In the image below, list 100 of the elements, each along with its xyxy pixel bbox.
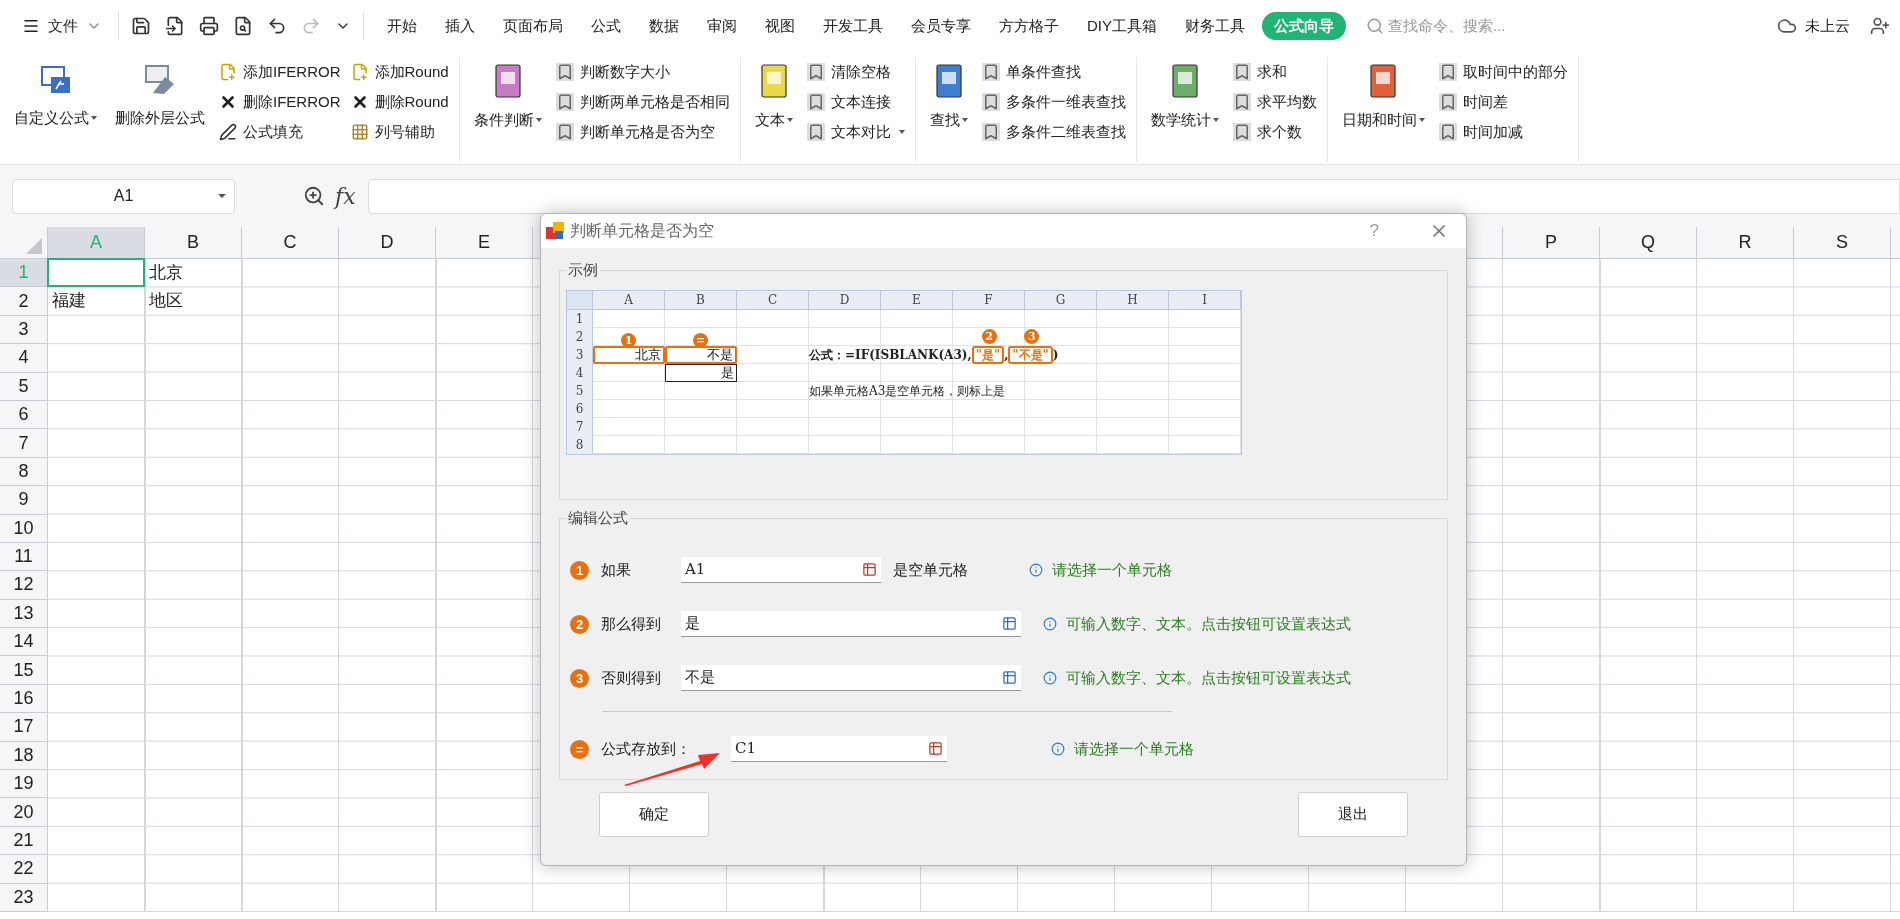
- row-header[interactable]: 13: [0, 599, 48, 629]
- menu-tab[interactable]: 审阅: [696, 11, 748, 41]
- menu-tab[interactable]: 开发工具: [812, 11, 894, 41]
- row-header[interactable]: 5: [0, 372, 48, 401]
- ribbon-small-button[interactable]: 文本连接: [806, 87, 905, 117]
- column-header[interactable]: P: [1503, 227, 1599, 258]
- menu-tab[interactable]: 公式: [580, 11, 632, 41]
- ribbon-small-button[interactable]: 求和: [1232, 57, 1317, 87]
- ribbon-small-button[interactable]: 求平均数: [1232, 87, 1317, 117]
- row-header[interactable]: 20: [0, 798, 48, 827]
- ribbon-small-button[interactable]: 添加Round: [350, 57, 449, 87]
- column-header[interactable]: E: [436, 227, 532, 258]
- row-header[interactable]: 23: [0, 883, 48, 912]
- bookmark-icon: [1438, 63, 1457, 81]
- row-header[interactable]: 22: [0, 855, 48, 884]
- ribbon-large-button[interactable]: 日期和时间: [1337, 57, 1429, 157]
- row-header: 6: [574, 401, 585, 418]
- row-header[interactable]: 3: [0, 315, 48, 345]
- print-preview-icon[interactable]: [233, 16, 253, 36]
- column-header[interactable]: D: [339, 227, 435, 258]
- row-header[interactable]: 9: [0, 486, 48, 515]
- print-icon[interactable]: [199, 16, 219, 36]
- menu-tab[interactable]: 开始: [376, 11, 428, 41]
- row-header[interactable]: 17: [0, 713, 48, 742]
- column-header[interactable]: C: [242, 227, 338, 258]
- zoom-icon[interactable]: [303, 185, 325, 207]
- ribbon-small-button[interactable]: 多条件一维表查找: [981, 87, 1126, 117]
- search-field[interactable]: 查找命令、搜索...: [1366, 14, 1556, 38]
- share-user-icon[interactable]: [1870, 16, 1890, 36]
- cell-picker-icon[interactable]: [1001, 616, 1018, 631]
- column-header[interactable]: B: [145, 227, 241, 258]
- menu-icon: [22, 17, 40, 35]
- dialog-button[interactable]: 确定: [599, 792, 709, 837]
- table-cell-text: 福建: [51, 289, 87, 313]
- ribbon-small-button[interactable]: 时间加减: [1438, 117, 1568, 147]
- menu-tab[interactable]: 视图: [754, 11, 806, 41]
- file-menu-button[interactable]: 文件: [18, 14, 106, 38]
- ribbon-small-button[interactable]: 删除IFERROR: [219, 87, 341, 117]
- ribbon-large-button[interactable]: 条件判断: [469, 57, 546, 157]
- ribbon-small-button[interactable]: 取时间中的部分: [1438, 57, 1568, 87]
- row-header[interactable]: 4: [0, 344, 48, 373]
- row-header[interactable]: 18: [0, 741, 48, 771]
- formula-input[interactable]: [367, 178, 1900, 214]
- row-header[interactable]: 14: [0, 628, 48, 657]
- ribbon-small-button[interactable]: 删除Round: [350, 87, 449, 117]
- row-header[interactable]: 19: [0, 770, 48, 799]
- ribbon-small-button[interactable]: 文本对比: [806, 117, 905, 147]
- menu-tab[interactable]: 页面布局: [492, 11, 574, 41]
- ribbon-small-button[interactable]: 列号辅助: [350, 117, 449, 147]
- field-hint: 请选择一个单元格: [1052, 559, 1172, 580]
- ribbon-large-button[interactable]: 查找: [925, 57, 972, 157]
- ribbon-small-button[interactable]: 判断数字大小: [555, 57, 730, 87]
- row-header[interactable]: 16: [0, 684, 48, 714]
- ribbon-large-button[interactable]: 数学统计: [1146, 57, 1223, 157]
- ribbon-small-button[interactable]: 时间差: [1438, 87, 1568, 117]
- name-box[interactable]: A1: [12, 178, 235, 214]
- cell-picker-icon[interactable]: [927, 741, 944, 756]
- row-header[interactable]: 6: [0, 400, 48, 430]
- cloud-status[interactable]: 未上云: [1805, 14, 1850, 38]
- column-header[interactable]: R: [1697, 227, 1793, 258]
- function-label[interactable]: fx: [335, 179, 356, 213]
- menu-tab[interactable]: 插入: [434, 11, 486, 41]
- ribbon-small-button[interactable]: 公式填充: [219, 117, 341, 147]
- save-icon[interactable]: [131, 16, 151, 36]
- ribbon-small-button[interactable]: 清除空格: [806, 57, 905, 87]
- input-field[interactable]: 是: [681, 611, 1021, 637]
- input-field[interactable]: A1: [681, 557, 881, 583]
- row-header[interactable]: 7: [0, 429, 48, 458]
- ribbon-large-button[interactable]: 文本: [750, 57, 797, 157]
- row-header[interactable]: 2: [0, 287, 48, 316]
- menu-tab[interactable]: 方方格子: [988, 11, 1070, 41]
- active-cell[interactable]: [47, 258, 145, 288]
- row-header[interactable]: 11: [0, 542, 48, 572]
- pen-icon: [219, 123, 237, 141]
- menu-tab[interactable]: DIY工具箱: [1076, 11, 1168, 41]
- column-header[interactable]: Q: [1600, 227, 1696, 258]
- input-field[interactable]: 不是: [681, 665, 1021, 691]
- row-header[interactable]: 10: [0, 514, 48, 543]
- menu-tab[interactable]: 会员专享: [900, 11, 982, 41]
- ribbon-small-button[interactable]: 多条件二维表查找: [981, 117, 1126, 147]
- ribbon-small-button[interactable]: 判断单元格是否为空: [555, 117, 730, 147]
- ribbon-large-button[interactable]: 自定义公式: [10, 57, 101, 157]
- dialog-button[interactable]: 退出: [1298, 792, 1408, 837]
- row-header[interactable]: 21: [0, 826, 48, 856]
- export-icon[interactable]: [165, 16, 185, 36]
- column-header[interactable]: S: [1794, 227, 1890, 258]
- row-header[interactable]: 8: [0, 457, 48, 487]
- ribbon-large-button[interactable]: 删除外层公式: [111, 57, 209, 157]
- ribbon-small-button[interactable]: 单条件查找: [981, 57, 1126, 87]
- undo-icon[interactable]: [267, 16, 287, 36]
- menu-tab[interactable]: 数据: [638, 11, 690, 41]
- cell-picker-icon[interactable]: [861, 562, 878, 577]
- row-header[interactable]: 12: [0, 571, 48, 600]
- ribbon-small-button[interactable]: 判断两单元格是否相同: [555, 87, 730, 117]
- row-header[interactable]: 15: [0, 656, 48, 685]
- input-field[interactable]: C1: [731, 736, 947, 762]
- ribbon-small-button[interactable]: 求个数: [1232, 117, 1317, 147]
- menu-tab[interactable]: 财务工具: [1174, 11, 1256, 41]
- ribbon-small-button[interactable]: 添加IFERROR: [219, 57, 341, 87]
- cell-picker-icon[interactable]: [1001, 670, 1018, 685]
